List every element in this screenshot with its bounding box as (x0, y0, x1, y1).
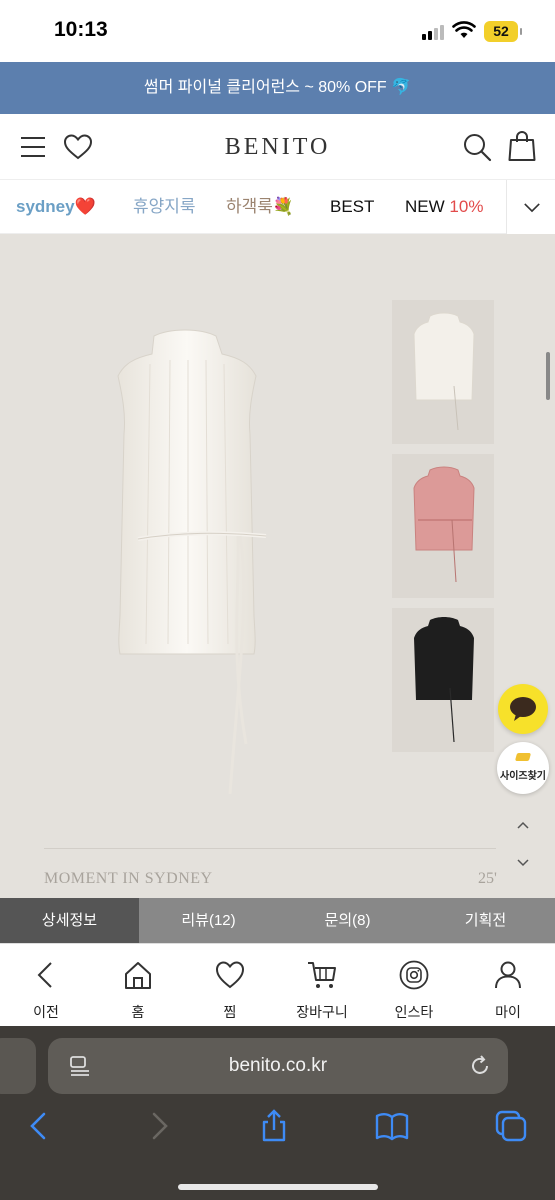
previous-tab-preview[interactable] (0, 1038, 36, 1094)
browser-chrome: benito.co.kr (0, 1026, 555, 1200)
category-expand-button[interactable] (506, 180, 555, 234)
wifi-icon (452, 21, 476, 38)
instagram-icon (399, 960, 429, 990)
category-item-resort[interactable]: 휴양지룩 (133, 180, 196, 234)
product-thumbnail-black[interactable] (392, 608, 494, 752)
address-url: benito.co.kr (228, 1055, 328, 1076)
shopping-bag-icon[interactable] (508, 130, 536, 162)
bottom-toolbar: 이전 홈 찜 장바구니 인스타 마이 (0, 943, 555, 1026)
toolbar-home-label: 홈 (131, 1004, 145, 1020)
product-thumbnail-ivory[interactable] (392, 300, 494, 444)
kakao-chat-button[interactable] (498, 684, 548, 734)
toolbar-cart-label: 장바구니 (296, 1004, 348, 1020)
chevron-down-icon (524, 203, 540, 213)
product-gallery: MOMENT IN SYDNEY 25' 사이즈찾기 (0, 234, 555, 898)
tab-promotions[interactable]: 기획전 (416, 898, 555, 943)
reload-icon[interactable] (468, 1054, 492, 1078)
ivory-top-thumbnail-icon (413, 312, 475, 431)
tabs-icon[interactable] (493, 1108, 529, 1144)
toolbar-my-page-label: 마이 (495, 1004, 521, 1020)
search-icon[interactable] (462, 132, 492, 162)
collection-caption: MOMENT IN SYDNEY (44, 870, 213, 887)
browser-back-icon[interactable] (22, 1108, 58, 1144)
category-item-sydney[interactable]: sydney❤️ (16, 180, 96, 234)
category-item-wedding-guest[interactable]: 하객룩💐 (226, 180, 294, 234)
scroll-down-chevron-icon[interactable] (508, 848, 538, 878)
pink-top-thumbnail-icon (413, 466, 475, 583)
collection-year: 25' (478, 870, 497, 887)
page-scrollbar[interactable] (546, 352, 550, 400)
black-top-thumbnail-icon (414, 617, 474, 743)
divider (44, 848, 496, 849)
battery-indicator: 52 (484, 21, 522, 42)
user-icon (495, 961, 521, 989)
toolbar-wishlist-button[interactable]: 찜 (184, 944, 276, 1027)
status-time: 10:13 (54, 18, 108, 41)
toolbar-my-page-button[interactable]: 마이 (462, 944, 554, 1027)
site-header: BENITO (0, 114, 555, 180)
tag-icon (514, 753, 532, 761)
toolbar-back-label: 이전 (33, 1004, 59, 1020)
category-item-best[interactable]: BEST (330, 180, 374, 234)
toolbar-instagram-button[interactable]: 인스타 (368, 944, 460, 1027)
category-item-new[interactable]: NEW 10% (405, 180, 483, 234)
share-icon[interactable] (256, 1108, 292, 1144)
address-bar[interactable]: benito.co.kr (48, 1038, 508, 1094)
category-new-label: NEW (405, 197, 445, 216)
tab-details[interactable]: 상세정보 (0, 898, 139, 943)
menu-icon[interactable] (21, 136, 45, 158)
toolbar-cart-button[interactable]: 장바구니 (276, 944, 368, 1027)
wishlist-heart-icon[interactable] (63, 133, 93, 161)
tab-inquiries[interactable]: 문의(8) (278, 898, 417, 943)
home-indicator[interactable] (178, 1184, 378, 1190)
promo-banner[interactable]: 썸머 파이널 클리어런스 ~ 80% OFF 🐬 (0, 62, 555, 114)
toolbar-home-button[interactable]: 홈 (92, 944, 184, 1027)
home-icon (125, 962, 151, 989)
toolbar-instagram-label: 인스타 (394, 1004, 434, 1020)
tab-reviews[interactable]: 리뷰(12) (139, 898, 278, 943)
scroll-up-chevron-icon[interactable] (508, 810, 538, 840)
product-main-image[interactable] (90, 324, 280, 804)
chat-bubble-icon (510, 697, 536, 721)
bookmarks-icon[interactable] (374, 1108, 410, 1144)
category-nav: sydney❤️ 휴양지룩 하객룩💐 BEST NEW 10% (0, 180, 555, 234)
browser-forward-icon[interactable] (140, 1108, 176, 1144)
toolbar-back-button[interactable]: 이전 (0, 944, 92, 1027)
status-bar: 10:13 52 (0, 0, 555, 62)
toolbar-wishlist-label: 찜 (223, 1004, 237, 1020)
category-new-discount: 10% (449, 197, 484, 216)
heart-icon (215, 961, 245, 989)
cart-icon (308, 962, 336, 988)
size-finder-label: 사이즈찾기 (500, 771, 546, 782)
product-thumbnail-pink[interactable] (392, 454, 494, 598)
back-arrow-icon (37, 962, 52, 988)
cellular-signal-icon (422, 24, 446, 40)
size-finder-button[interactable]: 사이즈찾기 (497, 742, 549, 794)
product-tabs: 상세정보 리뷰(12) 문의(8) 기획전 (0, 898, 555, 943)
